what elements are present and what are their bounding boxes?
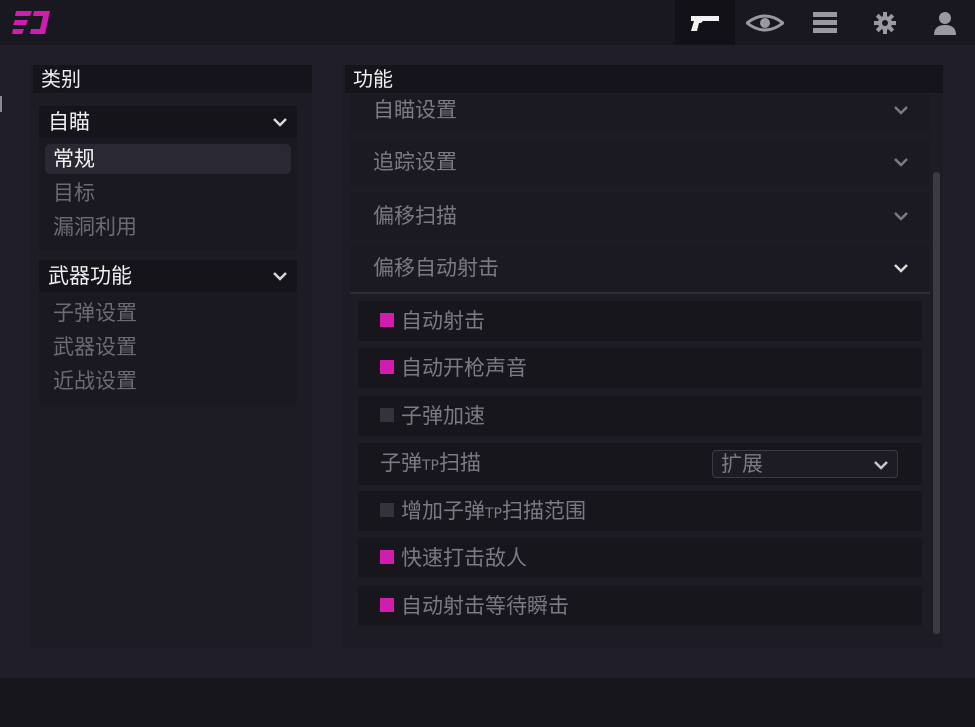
option-label: 自动射击等待瞬击 (401, 594, 569, 618)
chevron-down-icon (894, 106, 908, 115)
group-aimbot: 自瞄 常规 目标 漏洞利用 (39, 106, 297, 250)
chevron-down-icon (894, 212, 908, 221)
section-aimbot-settings[interactable]: 自瞄设置 (350, 94, 930, 134)
option-label-part: 扫描 (439, 451, 481, 475)
option-auto-fire-wait[interactable]: 自动射击等待瞬击 (358, 586, 922, 626)
checkbox-checked[interactable] (380, 550, 394, 564)
aimbot-tab[interactable] (675, 0, 735, 45)
nav-item-exploits[interactable]: 漏洞利用 (45, 212, 291, 242)
settings-tab[interactable] (855, 0, 915, 45)
pistol-icon (691, 15, 719, 31)
chevron-down-icon (273, 118, 287, 127)
top-bar (0, 0, 975, 45)
nav-item-bullet-settings[interactable]: 子弹设置 (45, 298, 291, 328)
group-header-aimbot[interactable]: 自瞄 (39, 106, 297, 138)
option-label-part: TP (485, 506, 502, 522)
nav-item-target[interactable]: 目标 (45, 178, 291, 208)
misc-tab[interactable] (795, 0, 855, 45)
option-label: 增加子弹TP扫描范围 (401, 499, 586, 523)
features-scrollbar[interactable] (933, 172, 940, 634)
option-bullet-speedup[interactable]: 子弹加速 (358, 396, 922, 436)
select-value: 扩展 (721, 452, 763, 476)
nav-item-melee-settings[interactable]: 近战设置 (45, 366, 291, 396)
option-label: 快速打击敌人 (401, 546, 527, 570)
left-edge-marker (0, 96, 2, 112)
option-label: 子弹加速 (401, 404, 485, 428)
section-label: 偏移扫描 (373, 204, 457, 228)
section-offset-autofire[interactable]: 偏移自动射击 (350, 244, 930, 294)
section-tracking-settings[interactable]: 追踪设置 (350, 138, 930, 186)
bottom-strip (0, 678, 975, 727)
features-title: 功能 (345, 65, 943, 93)
option-label-part: 增加子弹 (401, 499, 485, 523)
option-increase-tp-scan-range[interactable]: 增加子弹TP扫描范围 (358, 491, 922, 531)
user-icon (934, 11, 956, 35)
option-label: 子弹TP扫描 (380, 451, 481, 475)
option-bullet-tp-scan: 子弹TP扫描 扩展 (358, 443, 922, 485)
features-scroll-area[interactable]: 自瞄设置 追踪设置 偏移扫描 偏移自动射击 自动射击 自动开枪声音 子弹加速 子… (350, 94, 930, 634)
option-label-part: 扫描范围 (502, 499, 586, 523)
section-label: 追踪设置 (373, 150, 457, 174)
checkbox-unchecked[interactable] (380, 503, 394, 517)
gear-icon (874, 11, 896, 34)
option-auto-fire-sound[interactable]: 自动开枪声音 (358, 348, 922, 388)
section-offset-scan[interactable]: 偏移扫描 (350, 192, 930, 240)
option-label: 自动射击 (401, 309, 485, 333)
group-label: 自瞄 (48, 110, 90, 134)
group-weapon: 武器功能 子弹设置 武器设置 近战设置 (39, 260, 297, 405)
checkbox-unchecked[interactable] (380, 408, 394, 422)
eye-icon (746, 14, 784, 31)
nav-item-weapon-settings[interactable]: 武器设置 (45, 332, 291, 362)
checkbox-checked[interactable] (380, 313, 394, 327)
group-label: 武器功能 (48, 264, 132, 288)
categories-title: 类别 (33, 65, 312, 93)
option-label-part: TP (422, 458, 439, 474)
option-label-part: 子弹 (380, 451, 422, 475)
section-label: 偏移自动射击 (373, 256, 499, 280)
section-label: 自瞄设置 (373, 98, 457, 122)
app-logo (12, 11, 50, 34)
checkbox-checked[interactable] (380, 598, 394, 612)
chevron-down-icon (273, 272, 287, 281)
menu-list-icon (813, 11, 837, 33)
option-auto-fire[interactable]: 自动射击 (358, 301, 922, 341)
checkbox-checked[interactable] (380, 360, 394, 374)
group-header-weapon[interactable]: 武器功能 (39, 260, 297, 292)
tp-scan-mode-select[interactable]: 扩展 (712, 450, 898, 478)
nav-item-general[interactable]: 常规 (45, 144, 291, 174)
option-quick-strike[interactable]: 快速打击敌人 (358, 538, 922, 578)
visuals-tab[interactable] (735, 0, 795, 45)
option-label: 自动开枪声音 (401, 356, 527, 380)
chevron-down-icon (894, 264, 908, 273)
chevron-down-icon (874, 461, 888, 470)
profile-tab[interactable] (915, 0, 975, 45)
chevron-down-icon (894, 158, 908, 167)
